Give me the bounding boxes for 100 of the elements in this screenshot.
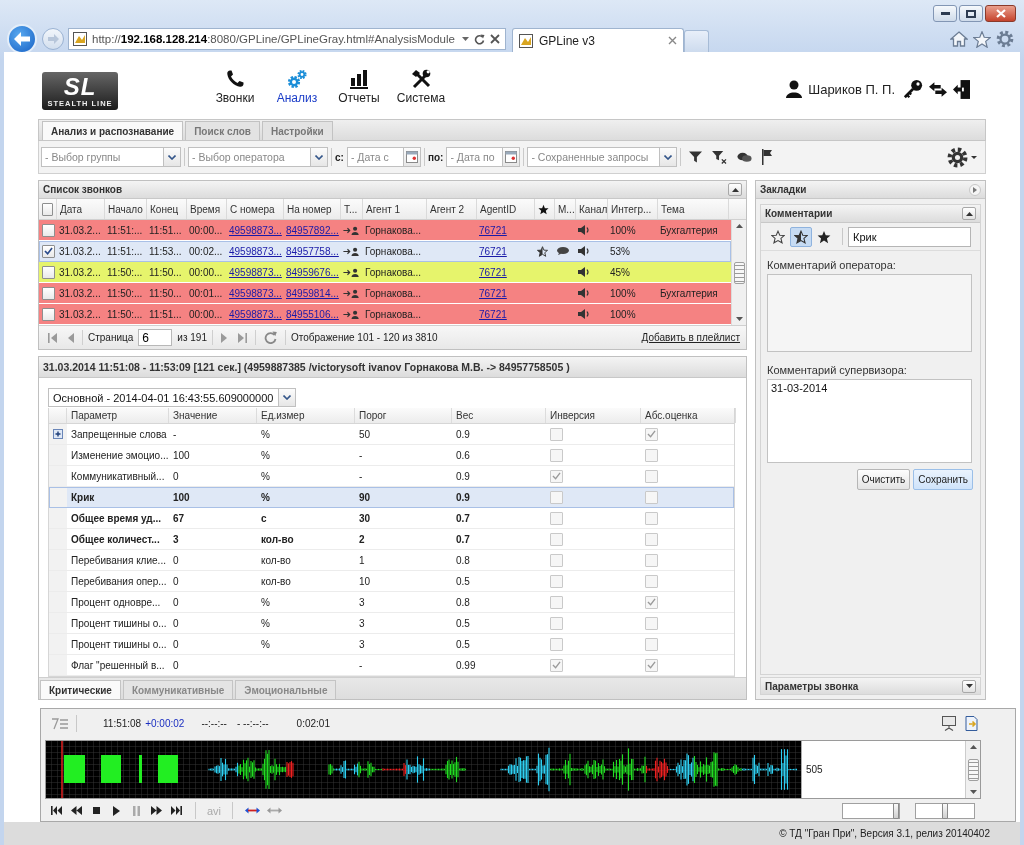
last-page-icon[interactable] [237,332,247,343]
table-row[interactable]: 31.03.2... 11:50:... 11:50... 00:00... 49598873... 84959676... Горнакова... 76721 45% [39,262,731,283]
checkbox[interactable] [42,223,55,237]
column-header[interactable]: Значение [169,408,257,423]
dropdown-button[interactable] [659,147,678,167]
tab[interactable]: Настройки [262,121,333,140]
refresh-icon[interactable] [474,33,485,45]
combo-box[interactable]: - Выбор группы [41,147,163,167]
table-row[interactable]: Общее время уд... 67 с 30 0.7 [49,508,734,529]
column-header[interactable]: Т... [341,199,363,219]
expand-button[interactable] [962,679,976,693]
home-icon[interactable] [950,31,968,47]
table-row[interactable]: 31.03.2... 11:50:... 11:50... 00:01... 49598873... 84959814... Горнакова... 76721 100% Бухгалтерия [39,283,731,304]
column-header[interactable]: Начало [105,199,147,219]
slider-track[interactable] [915,802,975,819]
phone-link[interactable]: 84959676... [286,266,339,278]
table-row[interactable]: Запрещенные слова - % 50 0.9 [49,424,734,445]
combo-box[interactable]: Основной - 2014-04-01 16:43:55.609000000 [48,388,278,407]
table-row[interactable]: Перебивания клие... 0 кол-во 1 0.8 [49,550,734,571]
calendar-button[interactable] [502,147,521,167]
nav-link[interactable]: Отчеты [328,69,390,119]
waveform-drawing[interactable] [46,741,801,798]
column-header[interactable]: Агент 2 [427,199,477,219]
key-icon[interactable] [903,79,923,99]
rating-button[interactable] [790,226,812,247]
address-bar[interactable]: http://192.168.128.214:8080/GPLine/GPLineGray.html#AnalysisModule [68,28,506,50]
scroll-up-icon[interactable] [735,224,743,228]
table-row[interactable]: Перебивания опер... 0 кол-во 10 0.5 [49,571,734,592]
slider-thumb[interactable] [942,802,948,819]
caret-icon[interactable] [971,155,977,159]
page-field[interactable]: 6 [138,329,173,346]
date-field[interactable]: - Дата с [346,147,403,167]
combo-box[interactable]: - Сохраненные запросы [527,147,660,167]
phone-link[interactable]: 49598873... [229,245,282,257]
table-row[interactable]: Процент тишины о... 0 % 3 0.5 [49,613,734,634]
table-row[interactable]: Процент одновре... 0 % 3 0.8 [49,592,734,613]
caret-icon[interactable] [462,37,469,41]
collapse-button[interactable] [728,183,742,196]
table-row[interactable]: Общее количест... 3 кол-во 2 0.7 [49,529,734,550]
scrollbar[interactable] [965,741,980,798]
clear-filter-icon[interactable] [712,150,728,164]
swap-arrows-icon[interactable] [929,81,947,97]
comment-field[interactable]: 31-03-2014 [767,379,972,463]
expand-plus-icon[interactable] [53,429,63,439]
table-row[interactable]: Крик 100 % 90 0.9 [49,487,734,508]
settings-icon[interactable] [947,146,968,168]
table-row[interactable]: 31.03.2... 11:51:... 11:51... 00:00... 49598873... 84957892... Горнакова... 76721 100% Бухгалтерия [39,220,731,241]
table-row[interactable]: Флаг "решенный в... 0 - 0.99 [49,655,734,676]
nav-link[interactable]: Система [390,69,452,119]
checkbox[interactable] [42,286,55,300]
table-row[interactable]: Процент тишины о... 0 % 3 0.5 [49,634,734,655]
table-row[interactable]: Изменение эмоцио... 100 % - 0.6 [49,445,734,466]
first-page-icon[interactable] [48,332,57,343]
date-field[interactable]: - Дата по [446,147,503,167]
filter-icon[interactable] [689,151,703,163]
scroll-up-icon[interactable] [969,745,977,749]
refresh-icon[interactable] [263,331,277,344]
scroll-thumb[interactable] [967,758,979,781]
add-to-playlist-link[interactable]: Добавить в плейлист [641,332,740,343]
scroll-thumb[interactable] [733,261,745,284]
document-export-icon[interactable] [965,716,979,731]
table-row[interactable]: Коммуникативный... 0 % - 0.9 [49,466,734,487]
phone-link[interactable]: 84955106... [286,308,339,320]
logout-icon[interactable] [953,79,970,99]
phone-link[interactable]: 84957892... [286,224,339,236]
column-header[interactable]: На номер [284,199,341,219]
column-header[interactable]: Агент 1 [363,199,427,219]
phone-link[interactable]: 49598873... [229,266,282,278]
checkbox[interactable] [42,202,53,216]
close-icon[interactable] [490,34,500,44]
tab[interactable]: Критические [40,680,121,699]
scroll-down-icon[interactable] [735,317,743,321]
column-header[interactable]: Ед.измер [257,408,355,423]
column-header[interactable]: Вес [452,408,546,423]
next-page-icon[interactable] [220,332,227,343]
column-header[interactable]: Канал [576,199,608,219]
nav-link[interactable]: Анализ [266,69,328,119]
phone-link[interactable]: 84957758... [286,245,339,257]
column-header[interactable]: Порог [355,408,452,423]
column-header[interactable]: С номера [227,199,284,219]
column-header[interactable]: Интегр... [608,199,658,219]
checkbox[interactable] [42,244,55,258]
nav-link[interactable]: Звонки [204,69,266,119]
browser-tab[interactable]: GPLine v3 [512,28,684,52]
phone-link[interactable]: 84959814... [286,287,339,299]
agent-id-link[interactable]: 76721 [479,287,507,299]
phone-link[interactable]: 49598873... [229,224,282,236]
phone-link[interactable]: 49598873... [229,287,282,299]
agent-id-link[interactable]: 76721 [479,224,507,236]
flag-icon[interactable] [762,149,773,165]
back-button[interactable] [7,24,37,54]
table-row[interactable]: 31.03.2... 11:51:... 11:53... 00:02... 49598873... 84957758... Горнакова... 76721 53% [39,241,731,262]
scroll-down-icon[interactable] [969,790,977,794]
table-row[interactable]: 31.03.2... 11:50:... 11:51... 00:00... 49598873... 84955106... Горнакова... 76721 100% [39,304,731,325]
close-button[interactable] [985,5,1016,22]
phone-link[interactable]: 49598873... [229,308,282,320]
column-header[interactable]: Параметр [67,408,169,423]
column-header[interactable]: М... [555,199,576,219]
star-icon[interactable] [973,30,991,48]
text-field[interactable]: Крик [848,226,971,247]
